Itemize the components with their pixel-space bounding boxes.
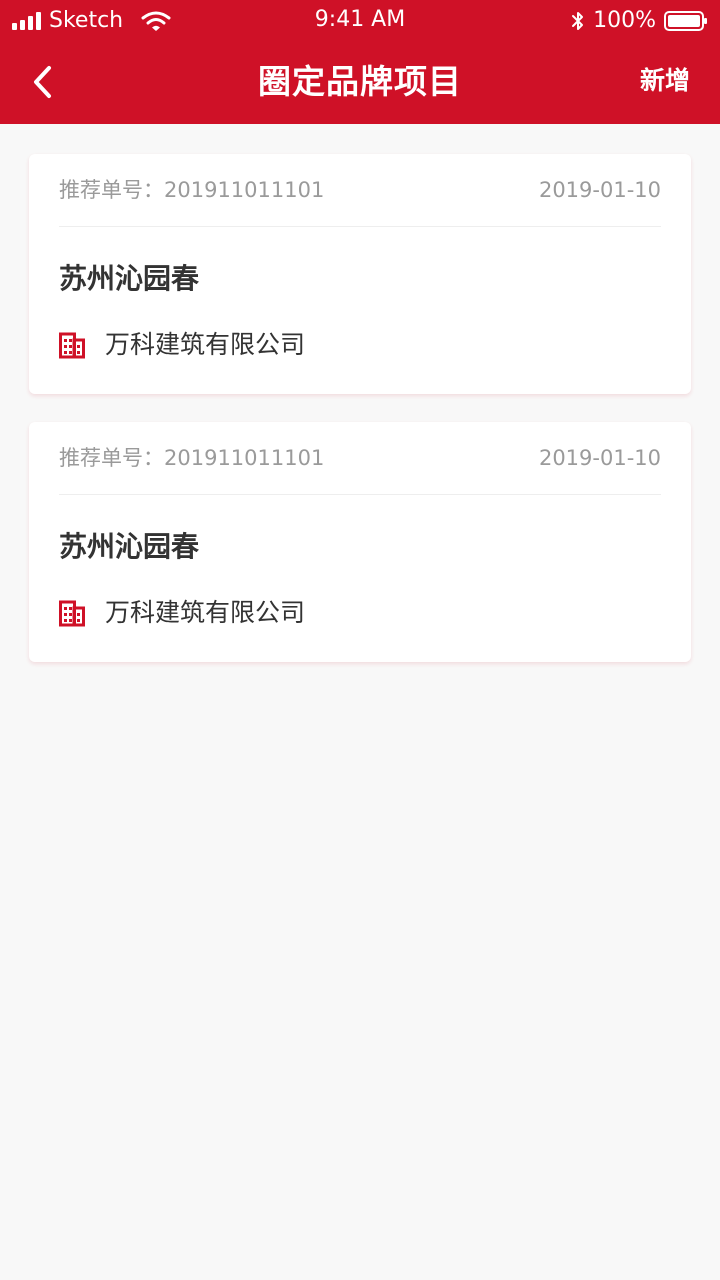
project-name: 苏州沁园春 (59, 530, 200, 563)
company-name: 万科建筑有限公司 (105, 598, 306, 627)
navigation-bar: 圈定品牌项目 新增 (0, 42, 720, 124)
page-title: 圈定品牌项目 (258, 62, 462, 101)
order-value: 201911011101 (164, 446, 325, 470)
order-date: 2019-01-10 (538, 178, 661, 202)
header: Sketch 9:41 AM 100% 圈定品牌项目 新增 (0, 0, 720, 124)
project-card[interactable]: 推荐单号：201911011101 2019-01-10 苏州沁园春 万科建筑有… (29, 154, 691, 394)
order-value: 201911011101 (164, 178, 325, 202)
status-right: 100% (571, 8, 708, 34)
project-card[interactable]: 推荐单号：201911011101 2019-01-10 苏州沁园春 万科建筑有… (29, 422, 691, 662)
add-button[interactable]: 新增 (640, 62, 690, 100)
battery-percentage: 100% (593, 8, 656, 33)
card-meta-row: 推荐单号：201911011101 2019-01-10 (59, 422, 661, 495)
building-icon (59, 332, 85, 359)
card-meta-row: 推荐单号：201911011101 2019-01-10 (59, 154, 661, 227)
order-number: 推荐单号：201911011101 (59, 442, 324, 474)
app-screen: Sketch 9:41 AM 100% 圈定品牌项目 新增 推荐单号：20191… (0, 0, 720, 1280)
order-date: 2019-01-10 (538, 446, 661, 470)
order-label: 推荐单号： (59, 178, 164, 202)
bluetooth-icon (572, 12, 584, 30)
building-icon (59, 600, 85, 627)
company-row: 万科建筑有限公司 (59, 327, 661, 363)
battery-icon (664, 11, 707, 31)
project-name: 苏州沁园春 (59, 262, 200, 295)
order-label: 推荐单号： (59, 446, 164, 470)
order-number: 推荐单号：201911011101 (59, 174, 324, 206)
status-bar: Sketch 9:41 AM 100% (0, 0, 720, 42)
company-name: 万科建筑有限公司 (105, 330, 306, 359)
company-row: 万科建筑有限公司 (59, 595, 661, 631)
